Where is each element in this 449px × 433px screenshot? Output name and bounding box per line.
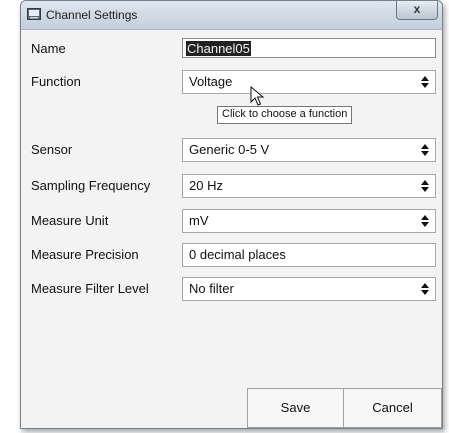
sensor-select[interactable]: Generic 0-5 V: [182, 138, 436, 162]
up-down-arrows-icon: [421, 215, 429, 227]
function-label: Function: [31, 74, 81, 89]
sampling-frequency-value: 20 Hz: [189, 178, 223, 193]
measure-unit-value: mV: [189, 213, 209, 228]
measure-filter-level-label: Measure Filter Level: [31, 281, 149, 296]
up-down-arrows-icon: [421, 283, 429, 295]
measure-precision-value: 0 decimal places: [189, 247, 286, 262]
function-tooltip: Click to choose a function: [217, 106, 353, 124]
name-input[interactable]: Channel05: [182, 38, 436, 58]
name-label: Name: [31, 41, 66, 56]
up-down-arrows-icon: [421, 76, 429, 88]
close-button[interactable]: x: [396, 1, 438, 20]
measure-unit-select[interactable]: mV: [182, 209, 436, 233]
measure-filter-level-select[interactable]: No filter: [182, 277, 436, 301]
measure-precision-field[interactable]: 0 decimal places: [182, 243, 436, 267]
mouse-pointer-icon: [250, 86, 265, 106]
app-icon: [27, 8, 41, 20]
title-bar[interactable]: Channel Settings x: [21, 1, 442, 30]
measure-filter-level-value: No filter: [189, 281, 234, 296]
up-down-arrows-icon: [421, 144, 429, 156]
up-down-arrows-icon: [421, 180, 429, 192]
dialog-content: Name Channel05 Function Voltage Click to…: [21, 30, 442, 428]
channel-settings-dialog: Channel Settings x Name Channel05 Functi…: [20, 0, 443, 429]
measure-unit-label: Measure Unit: [31, 213, 109, 228]
function-value: Voltage: [189, 74, 233, 89]
sampling-frequency-select[interactable]: 20 Hz: [182, 174, 436, 198]
name-value: Channel05: [186, 41, 251, 56]
sensor-value: Generic 0-5 V: [189, 142, 270, 157]
sampling-frequency-label: Sampling Frequency: [31, 178, 151, 193]
sensor-label: Sensor: [31, 142, 73, 157]
function-select[interactable]: Voltage: [182, 70, 436, 94]
cancel-button[interactable]: Cancel: [343, 388, 442, 428]
close-icon: x: [413, 2, 421, 16]
save-button[interactable]: Save: [247, 388, 344, 428]
window-title: Channel Settings: [46, 8, 138, 22]
measure-precision-label: Measure Precision: [31, 247, 139, 262]
